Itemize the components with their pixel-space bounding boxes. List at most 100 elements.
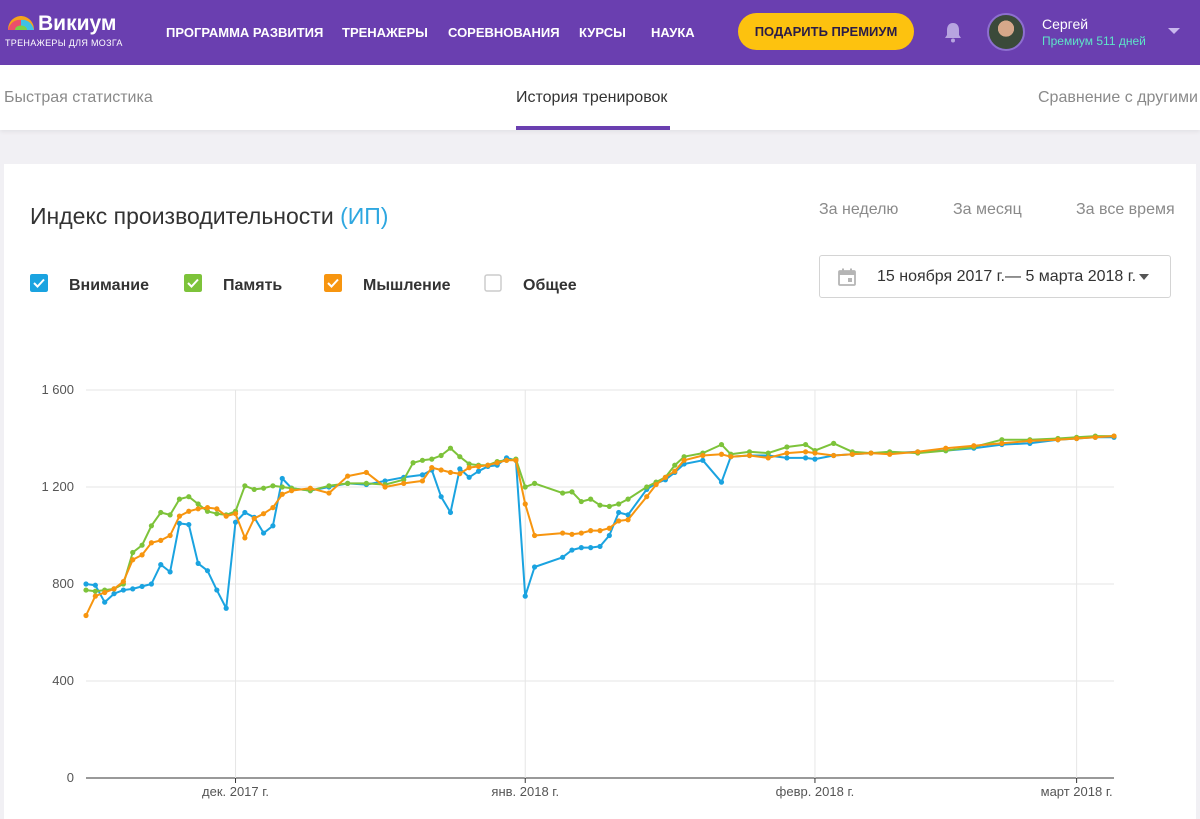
series-line-1 (85, 436, 1114, 610)
data-point (616, 509, 622, 516)
data-point (438, 494, 444, 500)
data-point (560, 554, 566, 560)
data-point (195, 506, 201, 512)
data-point (718, 441, 725, 448)
nav-competitions[interactable]: СОРЕВНОВАНИЯ (448, 25, 560, 40)
data-point (466, 465, 472, 471)
data-point (419, 478, 426, 484)
avatar[interactable] (987, 13, 1025, 51)
performance-line-chart: 0 400 800 1 200 1 600 дек. 2017 г. янв. 2018 г… (41, 382, 1117, 799)
data-point (176, 513, 183, 519)
data-point (345, 473, 351, 479)
data-point (625, 496, 631, 502)
data-point (569, 531, 575, 537)
data-point (363, 469, 369, 476)
x-tick-label: янв. 2018 г. (491, 784, 559, 799)
y-tick-label: 1 600 (41, 382, 74, 397)
data-point (999, 440, 1005, 446)
data-point (429, 456, 435, 462)
series-line-2 (85, 435, 1114, 593)
data-point (569, 489, 575, 495)
data-point (251, 486, 257, 493)
nav-program[interactable]: ПРОГРАММА РАЗВИТИЯ (166, 25, 323, 40)
data-point (92, 582, 98, 588)
y-tick-label: 400 (52, 673, 74, 688)
data-point (849, 451, 855, 457)
data-point (1027, 438, 1033, 444)
data-point (307, 485, 313, 491)
x-tick-label: дек. 2017 г. (202, 784, 269, 799)
data-point (139, 583, 145, 590)
data-point (83, 612, 89, 619)
data-point (223, 605, 229, 611)
data-point (578, 545, 584, 551)
data-point (457, 471, 463, 477)
data-point (1055, 437, 1061, 443)
data-point (102, 589, 108, 596)
data-point (812, 456, 818, 462)
data-point (232, 511, 239, 517)
tab-bar: Быстрая статистика История тренировок Ср… (0, 65, 1200, 130)
y-tick-label: 800 (52, 576, 74, 591)
data-point (494, 460, 500, 466)
x-tick-label: февр. 2018 г. (776, 784, 855, 799)
tab-compare-others[interactable]: Сравнение с другими (1038, 89, 1198, 107)
data-point (186, 521, 192, 528)
data-point (578, 530, 584, 536)
data-point (457, 454, 463, 460)
y-tick-label: 0 (67, 770, 74, 785)
data-point (803, 441, 809, 448)
data-point (578, 498, 584, 505)
tab-quick-stats[interactable]: Быстрая статистика (4, 89, 153, 107)
data-point (158, 509, 164, 516)
nav-science[interactable]: НАУКА (651, 25, 695, 40)
data-point (270, 483, 276, 489)
data-point (784, 444, 790, 450)
data-point (345, 480, 351, 486)
data-point (1092, 434, 1098, 440)
data-point (662, 474, 669, 480)
data-point (195, 560, 201, 566)
data-point (120, 578, 126, 585)
data-point (522, 593, 528, 599)
data-point (419, 457, 426, 463)
user-name[interactable]: Сергей (1042, 16, 1088, 32)
data-point (289, 488, 295, 494)
data-point (1074, 435, 1080, 442)
data-point (831, 452, 837, 459)
data-point (260, 511, 267, 517)
data-point (447, 445, 454, 451)
data-point (92, 593, 98, 599)
data-point (438, 452, 444, 459)
y-tick-label: 1 200 (41, 479, 74, 494)
data-point (410, 460, 416, 466)
chevron-down-icon[interactable] (1167, 26, 1181, 36)
data-point (167, 512, 173, 518)
logo-name[interactable]: Викиум (38, 12, 116, 36)
data-point (83, 587, 89, 593)
nav-courses[interactable]: КУРСЫ (579, 25, 626, 40)
data-point (887, 451, 893, 457)
active-tab-indicator (516, 126, 670, 130)
data-point (438, 467, 444, 473)
data-point (718, 451, 725, 457)
data-point (111, 586, 117, 592)
data-point (606, 532, 612, 539)
data-point (214, 587, 220, 593)
data-point (186, 494, 192, 500)
gift-premium-button[interactable]: ПОДАРИТЬ ПРЕМИУМ (738, 13, 914, 50)
data-point (522, 484, 528, 490)
tab-training-history[interactable]: История тренировок (516, 89, 667, 107)
data-point (653, 481, 659, 488)
nav-trainers[interactable]: ТРЕНАЖЕРЫ (342, 25, 428, 40)
data-point (784, 450, 790, 456)
logo-icon (8, 16, 34, 30)
data-point (597, 528, 603, 534)
data-point (597, 543, 603, 550)
bell-icon[interactable] (941, 20, 965, 44)
data-point (447, 509, 454, 516)
data-point (475, 468, 482, 474)
data-point (588, 528, 594, 534)
data-point (531, 480, 538, 486)
data-point (560, 530, 566, 536)
